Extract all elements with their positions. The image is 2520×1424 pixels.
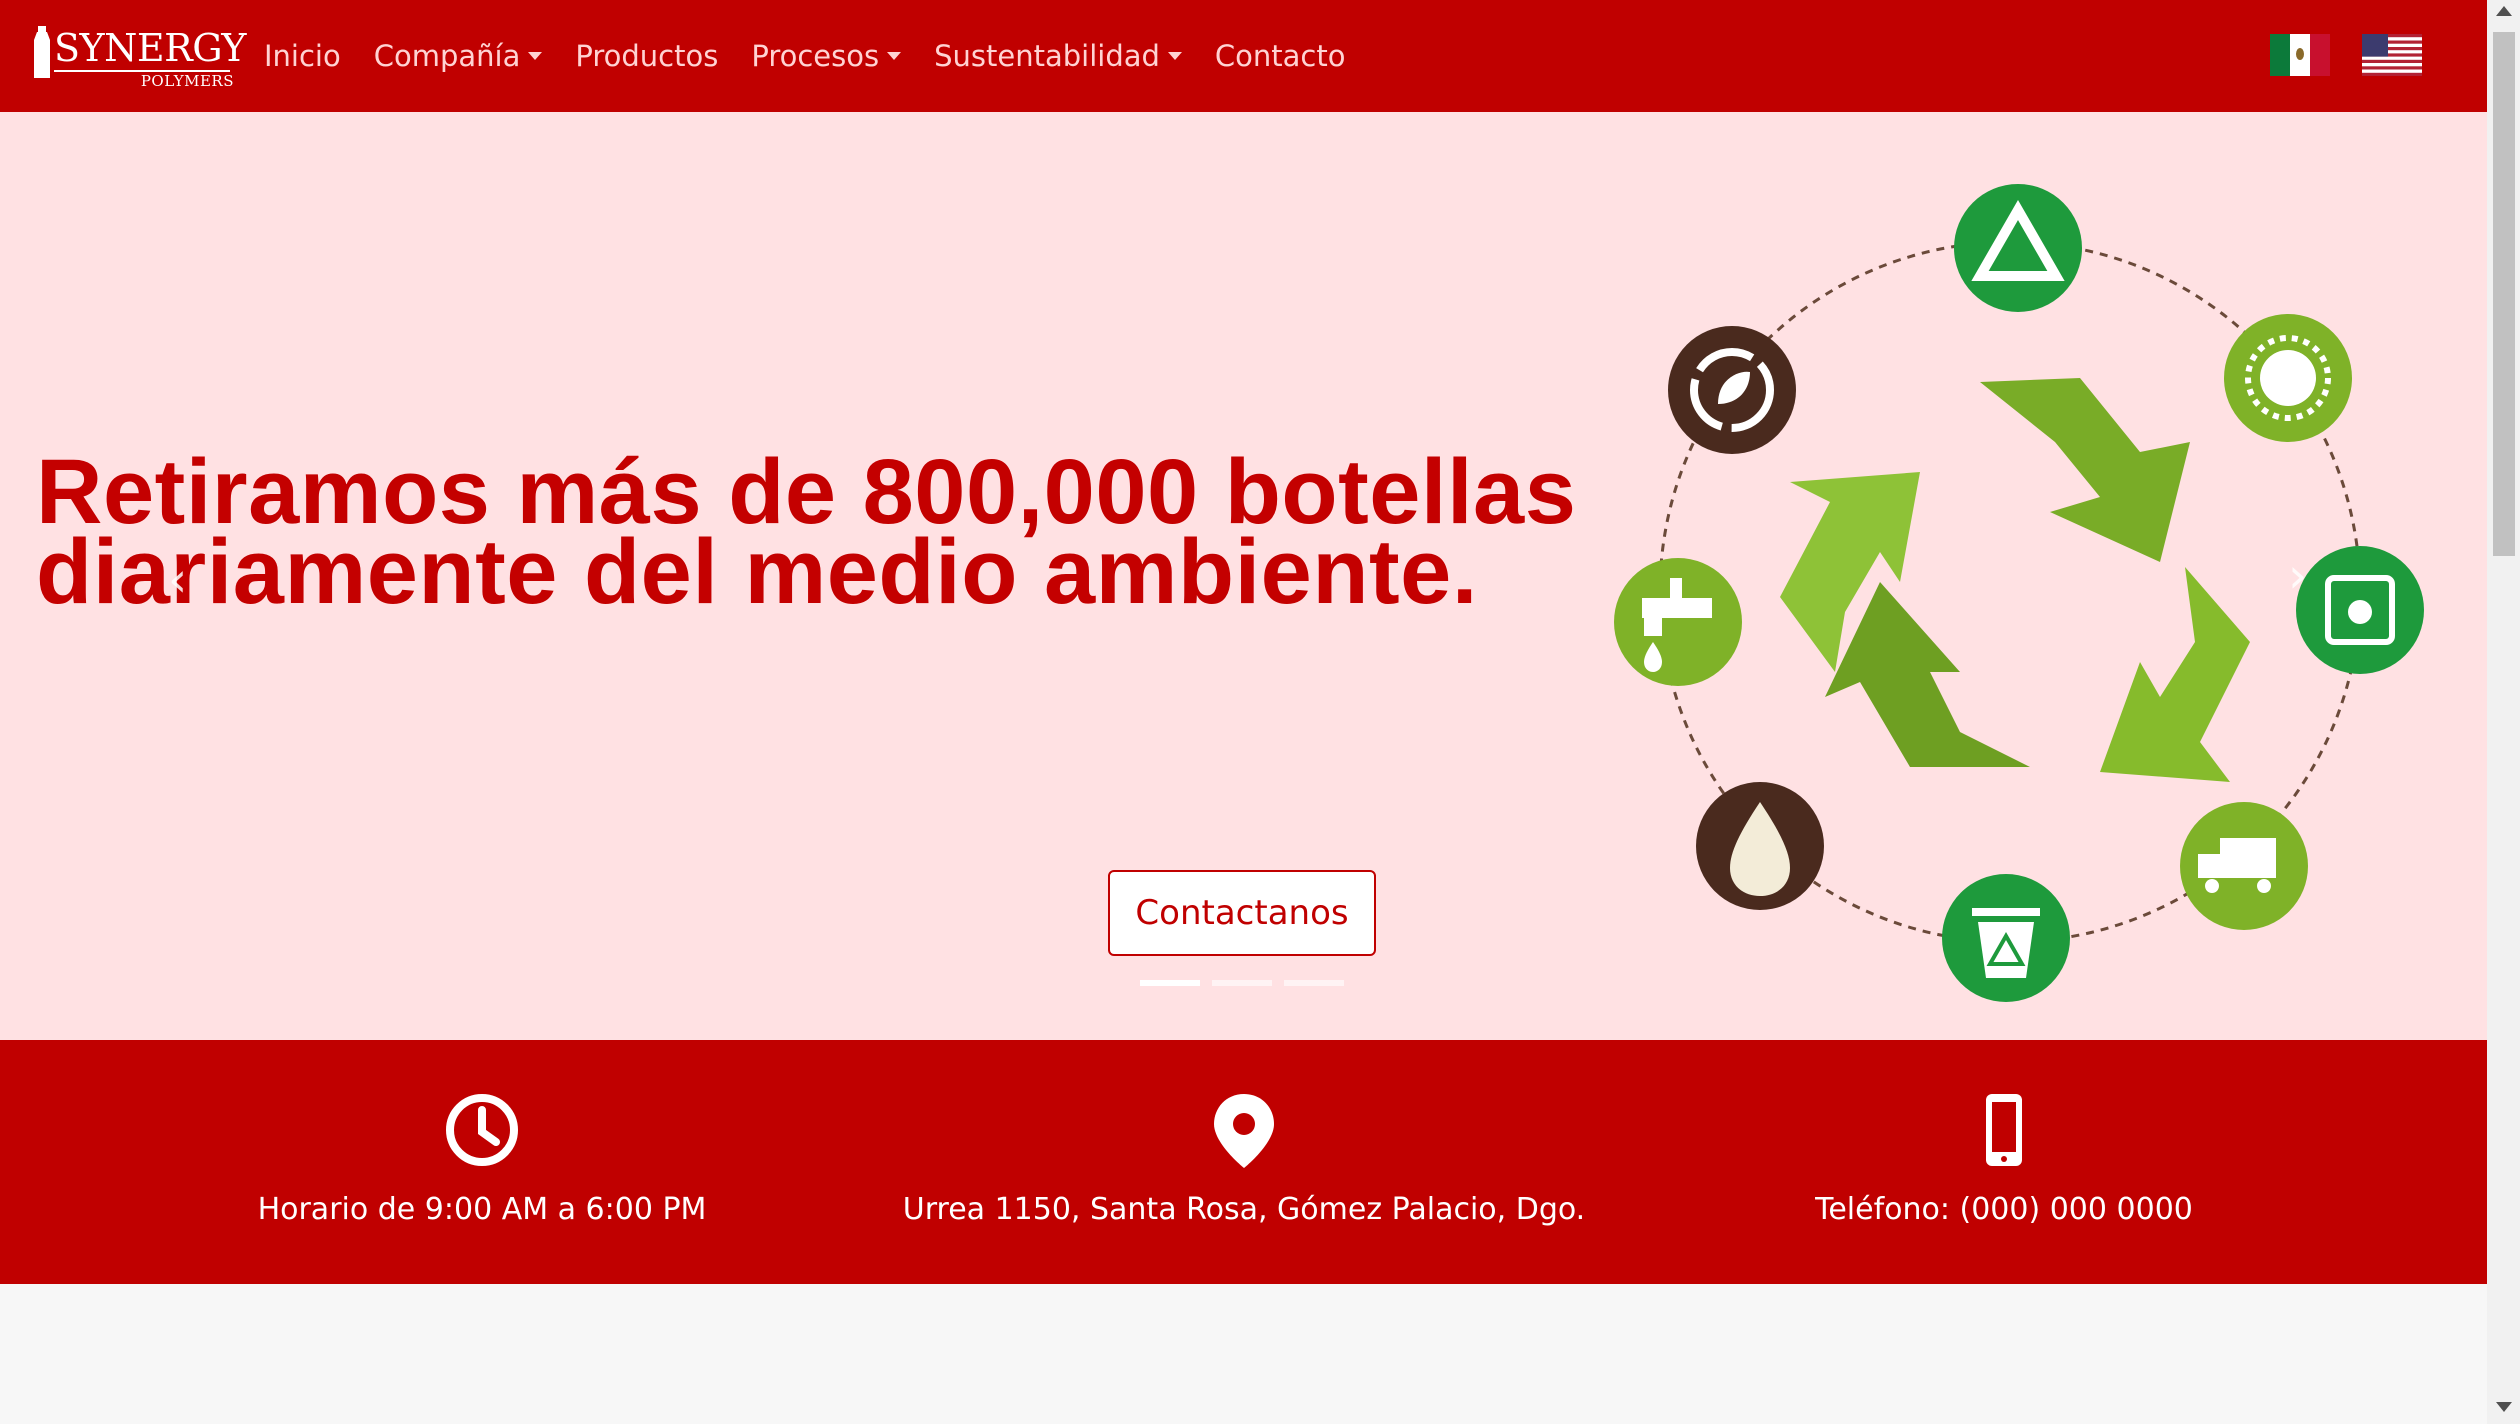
brand-logo[interactable]: SYNERGY POLYMERS <box>30 26 247 90</box>
main-nav: Inicio Compañía Productos Procesos Suste… <box>264 0 1379 112</box>
water-tap-icon <box>1614 558 1742 686</box>
usa-flag-icon[interactable] <box>2362 34 2422 76</box>
contact-cta-button[interactable]: Contactanos <box>1108 870 1376 956</box>
page-scrollbar[interactable] <box>2487 0 2520 1424</box>
nav-item-procesos[interactable]: Procesos <box>751 39 902 73</box>
carousel-indicator[interactable] <box>1212 980 1272 986</box>
carousel-indicator[interactable] <box>1140 980 1200 986</box>
nav-item-compania[interactable]: Compañía <box>374 39 543 73</box>
sun-icon <box>2224 314 2352 442</box>
nav-item-sustentabilidad[interactable]: Sustentabilidad <box>934 39 1182 73</box>
leaf-cycle-icon <box>1668 326 1796 454</box>
caret-down-icon <box>528 52 543 60</box>
nav-item-productos[interactable]: Productos <box>575 39 718 73</box>
carousel-indicator[interactable] <box>1284 980 1344 986</box>
caret-down-icon <box>1167 52 1182 60</box>
nav-label: Contacto <box>1214 39 1346 73</box>
trash-bin-icon <box>1942 874 2070 1002</box>
hero-headline: Retiramos más de 800,000 botellas diaria… <box>36 441 1636 623</box>
address-text: Urrea 1150, Santa Rosa, Gómez Palacio, D… <box>902 1192 1586 1227</box>
caret-down-icon <box>887 52 902 60</box>
brand-name: SYNERGY <box>54 26 247 70</box>
navbar: SYNERGY POLYMERS Inicio Compañía Product… <box>0 0 2487 112</box>
location-pin-icon <box>1214 1094 1274 1168</box>
bottle-icon <box>34 26 50 78</box>
brand-sub: POLYMERS <box>140 72 234 90</box>
mexico-flag-icon[interactable] <box>2270 34 2330 76</box>
fuel-can-icon <box>2296 546 2424 674</box>
carousel-indicators <box>1140 980 1356 986</box>
headline-line: Retiramos más de 800,000 botellas <box>36 441 1577 543</box>
carousel-prev-icon[interactable]: ‹ <box>168 552 187 608</box>
hours-info: Horario de 9:00 AM a 6:00 PM <box>102 1040 862 1284</box>
nav-item-inicio[interactable]: Inicio <box>264 39 341 73</box>
nav-item-contacto[interactable]: Contacto <box>1215 39 1346 73</box>
clock-icon <box>446 1094 518 1166</box>
nav-label: Procesos <box>751 39 880 73</box>
truck-icon <box>2180 802 2308 930</box>
contact-info-bar: Horario de 9:00 AM a 6:00 PM Urrea 1150,… <box>0 1040 2487 1284</box>
phone-info: Teléfono: (000) 000 0000 <box>1624 1040 2384 1284</box>
scroll-down-icon[interactable] <box>2496 1402 2512 1412</box>
recycle-icon <box>1954 184 2082 312</box>
hero-carousel: Retiramos más de 800,000 botellas diaria… <box>0 112 2487 1040</box>
nav-label: Sustentabilidad <box>934 39 1160 73</box>
phone-text: Teléfono: (000) 000 0000 <box>1815 1192 2193 1227</box>
nav-label: Compañía <box>373 39 521 73</box>
phone-icon <box>1986 1094 2022 1166</box>
nav-label: Productos <box>575 39 719 73</box>
water-drop-icon <box>1696 782 1824 910</box>
recycle-arrows-icon <box>1780 378 2250 782</box>
address-info: Urrea 1150, Santa Rosa, Gómez Palacio, D… <box>864 1040 1624 1284</box>
scroll-up-icon[interactable] <box>2496 6 2512 16</box>
recycling-cycle-graphic <box>1614 184 2424 1002</box>
headline-line: diariamente del medio ambiente. <box>36 521 1478 623</box>
nav-label: Inicio <box>264 39 341 73</box>
hours-text: Horario de 9:00 AM a 6:00 PM <box>257 1192 707 1227</box>
scroll-thumb[interactable] <box>2493 32 2515 556</box>
